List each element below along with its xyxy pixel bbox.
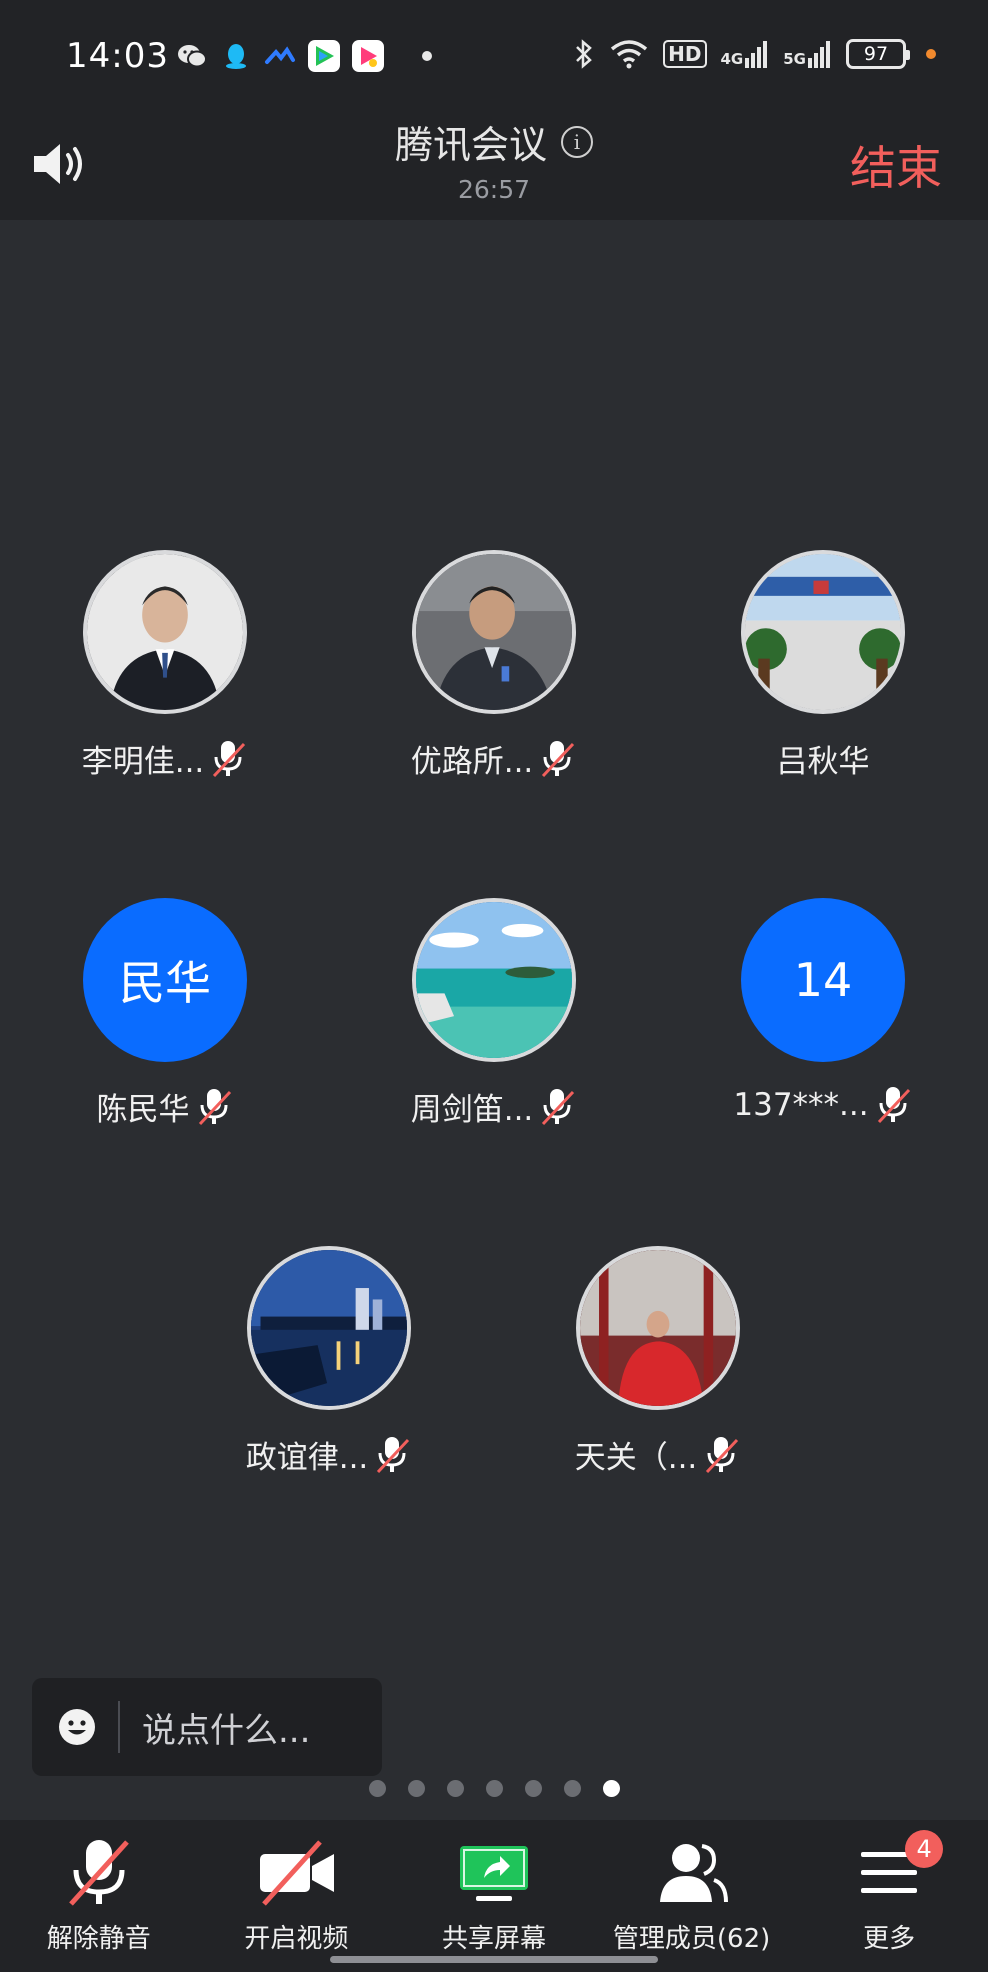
- more-button[interactable]: 4 更多: [790, 1820, 988, 1972]
- qq-icon: [220, 40, 252, 72]
- participant-tile[interactable]: 民华 陈民华: [0, 898, 330, 1129]
- share-screen-button[interactable]: 共享屏幕: [395, 1820, 593, 1972]
- avatar: 14: [741, 898, 905, 1062]
- page-dot[interactable]: [446, 1780, 464, 1797]
- participant-tile[interactable]: 天关（...: [493, 1246, 823, 1477]
- status-bar: 14:03 HD 4G 5G 97: [0, 0, 988, 112]
- participant-tile[interactable]: 14 137***...: [658, 898, 988, 1126]
- chat-placeholder: 说点什么...: [142, 1710, 311, 1751]
- manage-members-label: 管理成员(62): [612, 1924, 771, 1954]
- participant-tile[interactable]: 优路所...: [329, 550, 659, 781]
- participant-name-row: 陈民华: [0, 1084, 330, 1129]
- avatar: [83, 550, 247, 714]
- status-indicators: HD 4G 5G 97: [573, 38, 936, 70]
- page-dot-active[interactable]: [602, 1780, 620, 1797]
- avatar: [412, 550, 576, 714]
- participant-name-row: 吕秋华: [658, 736, 988, 781]
- meeting-title[interactable]: 腾讯会议 i: [395, 114, 593, 169]
- page-dot[interactable]: [368, 1780, 386, 1797]
- share-screen-icon: [459, 1846, 528, 1901]
- emoji-icon[interactable]: [58, 1708, 96, 1746]
- participant-tile[interactable]: 政谊律...: [164, 1246, 494, 1477]
- mic-muted-icon: [377, 1436, 410, 1473]
- avatar: [247, 1246, 411, 1410]
- info-icon[interactable]: i: [561, 125, 593, 158]
- mic-muted-icon: [877, 1087, 910, 1124]
- tencent-video-icon: [308, 40, 340, 72]
- participant-name-row: 周剑笛...: [329, 1084, 659, 1129]
- participant-name: 李明佳...: [81, 744, 205, 780]
- participant-tile[interactable]: 周剑笛...: [329, 898, 659, 1129]
- meeting-timer: 26:57: [457, 175, 531, 204]
- end-meeting-button[interactable]: 结束: [850, 132, 942, 198]
- page-dot[interactable]: [524, 1780, 542, 1797]
- battery-indicator: 97: [846, 39, 910, 69]
- status-time: 14:03: [66, 36, 169, 76]
- video-off-icon: [260, 1840, 335, 1906]
- meeting-header: 腾讯会议 i 26:57 结束: [0, 112, 988, 220]
- page-dot[interactable]: [407, 1780, 425, 1797]
- wifi-icon: [611, 40, 648, 69]
- participant-name: 天关（...: [574, 1440, 698, 1476]
- participant-tile[interactable]: 吕秋华: [658, 550, 988, 781]
- mic-muted-icon: [198, 1088, 231, 1125]
- unmute-label: 解除静音: [46, 1924, 151, 1954]
- notification-badge: 4: [905, 1830, 944, 1868]
- mic-muted-icon: [68, 1840, 129, 1906]
- feishu-icon: [264, 40, 296, 72]
- meeting-title-block: 腾讯会议 i 26:57: [0, 114, 988, 204]
- bottom-toolbar: 解除静音 开启视频 共享屏幕 管理成员(62) 4 更多: [0, 1820, 988, 1972]
- participant-name-row: 天关（...: [493, 1432, 823, 1477]
- participant-name: 优路所...: [410, 744, 534, 780]
- notification-dot: [422, 51, 432, 61]
- participant-name-row: 137***...: [658, 1084, 988, 1126]
- participant-name: 137***...: [733, 1087, 869, 1123]
- avatar: [741, 550, 905, 714]
- avatar: 民华: [83, 898, 247, 1062]
- participant-name-row: 李明佳...: [0, 736, 330, 781]
- privacy-dot: [926, 49, 936, 59]
- page-dot[interactable]: [563, 1780, 581, 1797]
- start-video-label: 开启视频: [244, 1924, 349, 1954]
- chat-input[interactable]: 说点什么...: [32, 1678, 382, 1776]
- avatar: [576, 1246, 740, 1410]
- bluetooth-icon: [576, 39, 592, 69]
- mic-muted-icon: [542, 740, 575, 777]
- start-video-button[interactable]: 开启视频: [198, 1820, 396, 1972]
- avatar: [412, 898, 576, 1062]
- mango-tv-icon: [352, 40, 384, 72]
- mic-muted-icon: [542, 1088, 575, 1125]
- members-icon: [659, 1844, 728, 1903]
- unmute-button[interactable]: 解除静音: [0, 1820, 198, 1972]
- manage-members-button[interactable]: 管理成员(62): [593, 1820, 791, 1972]
- mic-muted-icon: [706, 1436, 739, 1473]
- participant-name: 政谊律...: [245, 1440, 369, 1476]
- share-screen-label: 共享屏幕: [441, 1924, 546, 1954]
- participant-tile[interactable]: 李明佳...: [0, 550, 330, 781]
- signal-4g: 4G: [721, 40, 770, 68]
- participant-name: 陈民华: [96, 1092, 190, 1128]
- participant-name: 周剑笛...: [410, 1092, 534, 1128]
- participant-name: 吕秋华: [776, 744, 870, 780]
- participant-name-row: 优路所...: [329, 736, 659, 781]
- wechat-icon: [176, 40, 208, 72]
- more-label: 更多: [863, 1924, 916, 1954]
- meeting-title-text: 腾讯会议: [394, 123, 547, 167]
- signal-5g: 5G: [783, 40, 832, 68]
- status-app-icons: [176, 40, 432, 72]
- page-indicator: [0, 1780, 988, 1797]
- mic-muted-icon: [213, 740, 246, 777]
- hd-indicator: HD: [663, 40, 707, 68]
- participant-name-row: 政谊律...: [164, 1432, 494, 1477]
- chat-divider: [118, 1701, 120, 1753]
- home-indicator[interactable]: [330, 1956, 658, 1963]
- page-dot[interactable]: [485, 1780, 503, 1797]
